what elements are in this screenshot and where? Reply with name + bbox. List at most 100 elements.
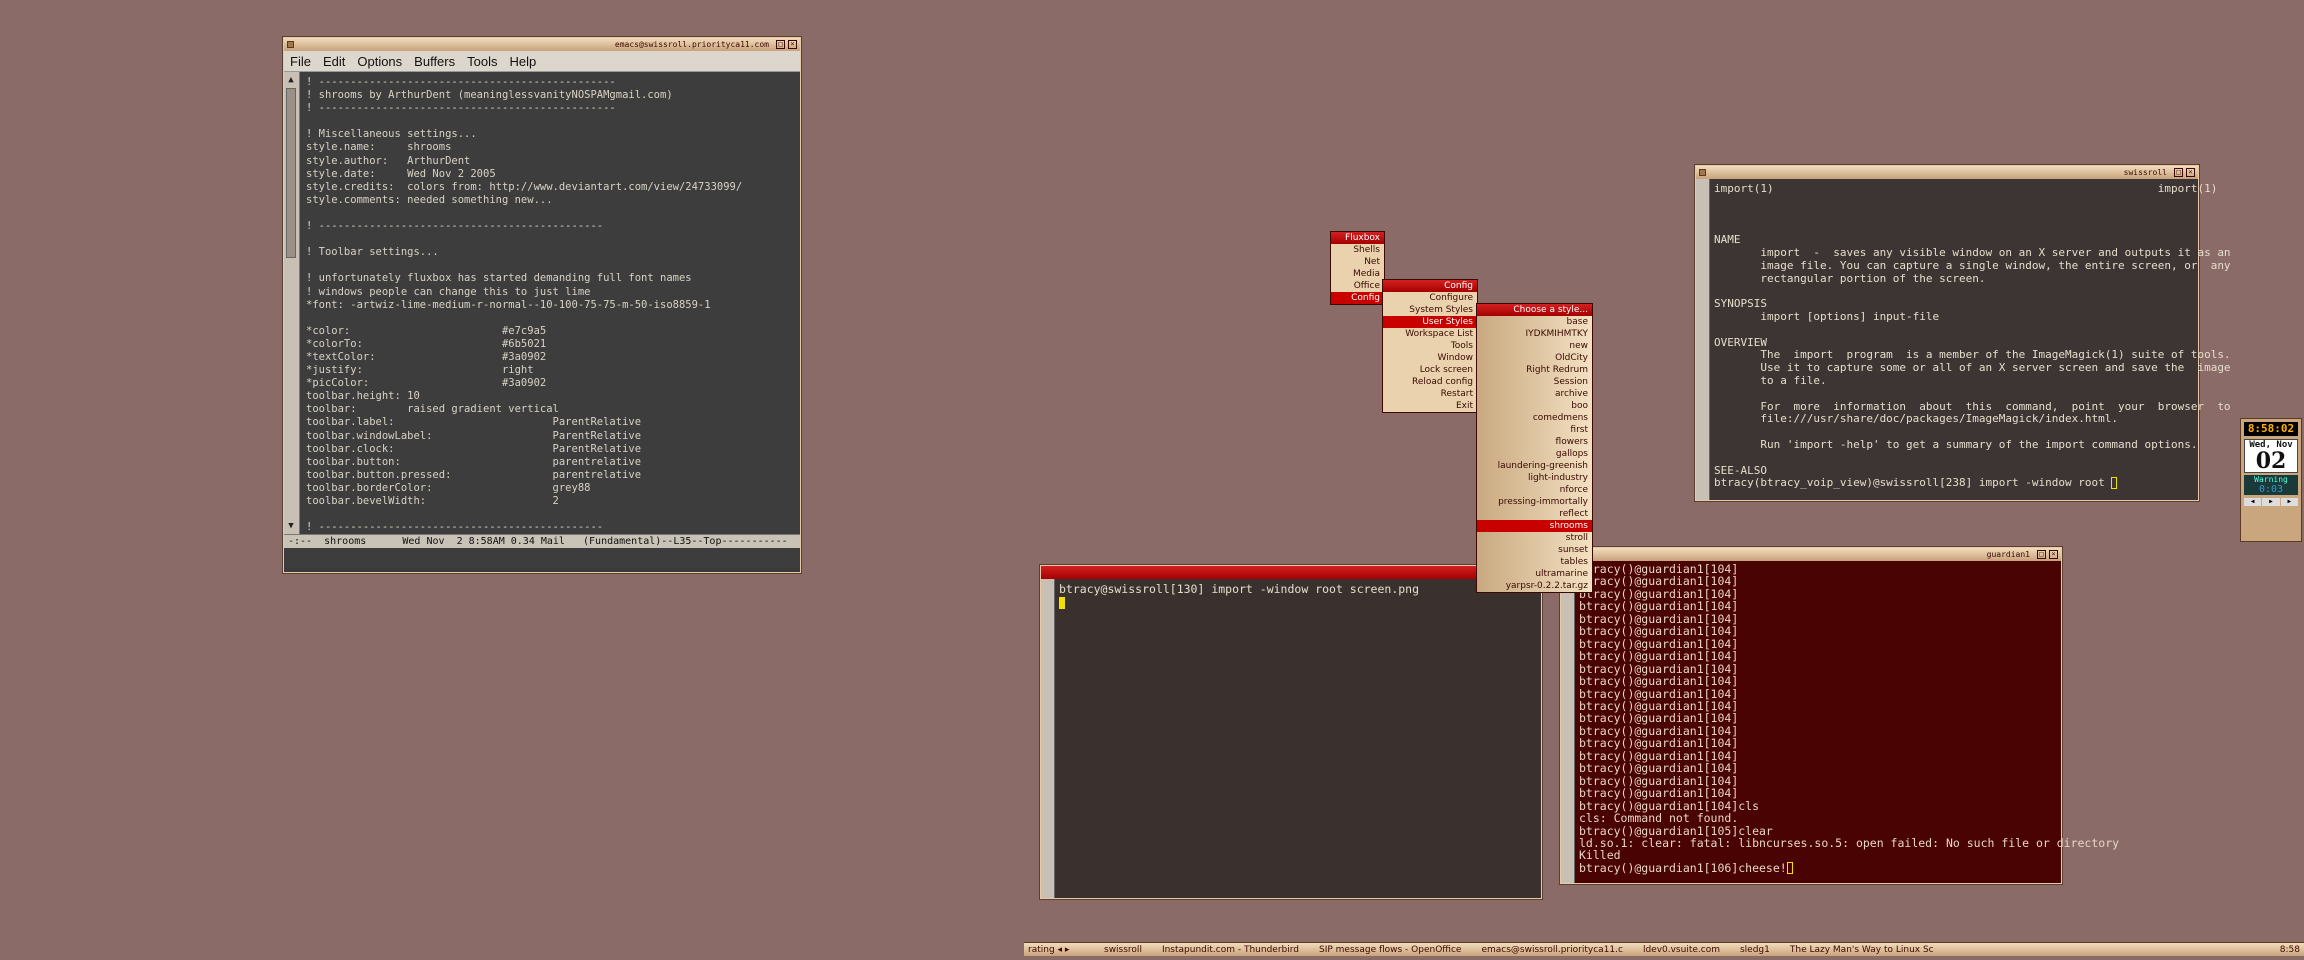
task-item[interactable]: SIP message flows - OpenOffice bbox=[1309, 945, 1471, 955]
menu-item-stroll[interactable]: stroll bbox=[1477, 532, 1592, 544]
menu-item-pressing-immortally[interactable]: pressing-immortally bbox=[1477, 496, 1592, 508]
text-line: toolbar.clock: ParentRelative bbox=[306, 442, 642, 455]
text-line: style.comments: needed something new... bbox=[306, 193, 553, 206]
menu-item-comedmens[interactable]: comedmens bbox=[1477, 412, 1592, 424]
menu-item-net[interactable]: Net bbox=[1331, 256, 1384, 268]
term1-scrollbar[interactable] bbox=[1041, 579, 1055, 898]
task-item[interactable]: swissroll bbox=[1094, 945, 1152, 955]
text-line bbox=[306, 508, 800, 521]
term1-titlebar[interactable]: sw bbox=[1041, 566, 1541, 579]
emacs-buffer-text[interactable]: ! --------------------------------------… bbox=[300, 72, 800, 534]
maximize-icon[interactable]: □ bbox=[2174, 168, 2183, 177]
task-item[interactable]: emacs@swissroll.priorityca11.c bbox=[1471, 945, 1632, 955]
terminal-line: btracy()@guardian1[106]cheese! bbox=[1579, 862, 2061, 875]
menu-item-gallops[interactable]: gallops bbox=[1477, 448, 1592, 460]
prev-icon[interactable]: ◀ bbox=[2244, 498, 2262, 506]
emacs-titlebar[interactable]: emacs@swissroll.priorityca11.com □ × bbox=[284, 38, 800, 51]
maximize-icon[interactable]: □ bbox=[2037, 550, 2046, 559]
menu-item-media[interactable]: Media bbox=[1331, 268, 1384, 280]
menu-item-archive[interactable]: archive bbox=[1477, 388, 1592, 400]
maximize-icon[interactable]: □ bbox=[776, 40, 785, 49]
menu-item-reload-config[interactable]: Reload config bbox=[1383, 376, 1477, 388]
scrollbar-thumb[interactable] bbox=[286, 88, 296, 258]
next-icon[interactable]: ▶ bbox=[2280, 498, 2298, 506]
window-grip-icon[interactable] bbox=[1699, 169, 1706, 176]
close-icon[interactable]: × bbox=[2186, 168, 2195, 177]
menu-item-new[interactable]: new bbox=[1477, 340, 1592, 352]
dock-warning: Warning 0:03 bbox=[2244, 475, 2298, 495]
man-page-text[interactable]: import(1) import(1) NAME import - saves … bbox=[1696, 179, 2231, 490]
window-title: guardian1 bbox=[1986, 550, 2030, 559]
text-line bbox=[1714, 221, 2190, 234]
menu-item-session[interactable]: Session bbox=[1477, 376, 1592, 388]
text-line: *color: #e7c9a5 bbox=[306, 324, 547, 337]
term1-text[interactable]: btracy@swissroll[130] import -window roo… bbox=[1041, 579, 1541, 609]
window-grip-icon[interactable] bbox=[287, 41, 294, 48]
task-item[interactable]: ldev0.vsuite.com bbox=[1633, 945, 1730, 955]
scroll-up-icon[interactable]: ▲ bbox=[286, 74, 296, 86]
menu-item-restart[interactable]: Restart bbox=[1383, 388, 1477, 400]
menu-item-reflect[interactable]: reflect bbox=[1477, 508, 1592, 520]
menu-item-user-styles[interactable]: User Styles bbox=[1383, 316, 1477, 328]
menu-file[interactable]: File bbox=[290, 54, 311, 69]
term2-scrollbar[interactable] bbox=[1561, 561, 1575, 883]
term2-titlebar[interactable]: guardian1 □ × bbox=[1561, 548, 2061, 561]
term2-text[interactable]: btracy()@guardian1[104] btracy()@guardian… bbox=[1561, 561, 2119, 875]
task-item[interactable]: Instapundit.com - Thunderbird bbox=[1152, 945, 1309, 955]
terminal-window-guardian1[interactable]: guardian1 □ × btracy()@guardian1[104] btr… bbox=[1560, 547, 2119, 884]
terminal-window-swissroll[interactable]: sw btracy@swissroll[130] import -window … bbox=[1040, 565, 1542, 899]
menu-item-sunset[interactable]: sunset bbox=[1477, 544, 1592, 556]
menu-item-lock-screen[interactable]: Lock screen bbox=[1383, 364, 1477, 376]
menu-item-workspace-list[interactable]: Workspace List bbox=[1383, 328, 1477, 340]
scroll-down-icon[interactable]: ▼ bbox=[286, 520, 296, 532]
close-icon[interactable]: × bbox=[788, 40, 797, 49]
close-icon[interactable]: × bbox=[2049, 550, 2058, 559]
menu-item-base[interactable]: base bbox=[1477, 316, 1592, 328]
task-item[interactable]: The Lazy Man's Way to Linux Sc bbox=[1780, 945, 1944, 955]
text-line bbox=[1714, 209, 2190, 222]
play-icon[interactable]: ▶ bbox=[2262, 498, 2280, 506]
menu-item-boo[interactable]: boo bbox=[1477, 400, 1592, 412]
menu-item-iydkmihmtky[interactable]: IYDKMIHMTKY bbox=[1477, 328, 1592, 340]
emacs-minibuffer[interactable] bbox=[284, 548, 800, 568]
emacs-scrollbar[interactable]: ▲ ▼ bbox=[284, 72, 300, 534]
menu-item-configure[interactable]: Configure bbox=[1383, 292, 1477, 304]
text-line bbox=[1714, 452, 2190, 465]
menu-item-right-redrum[interactable]: Right Redrum bbox=[1477, 364, 1592, 376]
man-scrollbar[interactable] bbox=[1696, 179, 1710, 500]
menu-item-office[interactable]: Office bbox=[1331, 280, 1384, 292]
menu-item-shells[interactable]: Shells bbox=[1331, 244, 1384, 256]
menu-edit[interactable]: Edit bbox=[323, 54, 345, 69]
menu-help[interactable]: Help bbox=[509, 54, 536, 69]
menu-item-oldcity[interactable]: OldCity bbox=[1477, 352, 1592, 364]
menu-item-shrooms[interactable]: shrooms bbox=[1477, 520, 1592, 532]
menu-item-nforce[interactable]: nforce bbox=[1477, 484, 1592, 496]
menu-options[interactable]: Options bbox=[357, 54, 402, 69]
man-titlebar[interactable]: swissroll □ × bbox=[1696, 166, 2198, 179]
text-line: *picColor: #3a0902 bbox=[306, 377, 547, 390]
menu-item-yarpsr-0-2-2-tar-gz[interactable]: yarpsr-0.2.2.tar.gz bbox=[1477, 580, 1592, 592]
menu-buffers[interactable]: Buffers bbox=[414, 54, 455, 69]
menu-item-first[interactable]: first bbox=[1477, 424, 1592, 436]
menu-item-exit[interactable]: Exit bbox=[1383, 400, 1477, 412]
task-item[interactable]: sledg1 bbox=[1730, 945, 1780, 955]
menu-item-system-styles[interactable]: System Styles bbox=[1383, 304, 1477, 316]
emacs-window[interactable]: emacs@swissroll.priorityca11.com □ × Fil… bbox=[283, 37, 801, 573]
menu-item-config[interactable]: Config bbox=[1331, 292, 1384, 304]
menu-item-laundering-greenish[interactable]: laundering-greenish bbox=[1477, 460, 1592, 472]
text-line: btracy(btracy_voip_view)@swissroll[238] … bbox=[1714, 477, 2190, 490]
text-line: ! Toolbar settings... bbox=[306, 246, 439, 259]
menu-item-window[interactable]: Window bbox=[1383, 352, 1477, 364]
menu-item-ultramarine[interactable]: ultramarine bbox=[1477, 568, 1592, 580]
menu-tools[interactable]: Tools bbox=[467, 54, 497, 69]
menu-item-tools[interactable]: Tools bbox=[1383, 340, 1477, 352]
menu-item-light-industry[interactable]: light-industry bbox=[1477, 472, 1592, 484]
menu-item-flowers[interactable]: flowers bbox=[1477, 436, 1592, 448]
menu-item-tables[interactable]: tables bbox=[1477, 556, 1592, 568]
text-cursor bbox=[1786, 862, 1793, 875]
terminal-line: cls: Command not found. bbox=[1579, 811, 1739, 826]
text-line bbox=[1714, 324, 2190, 337]
workspace-label[interactable]: rating ◂ ▸ bbox=[1024, 945, 1094, 955]
text-line: toolbar.windowLabel: ParentRelative bbox=[306, 429, 642, 442]
man-page-window[interactable]: swissroll □ × import(1) import(1) NAME i… bbox=[1695, 165, 2231, 501]
